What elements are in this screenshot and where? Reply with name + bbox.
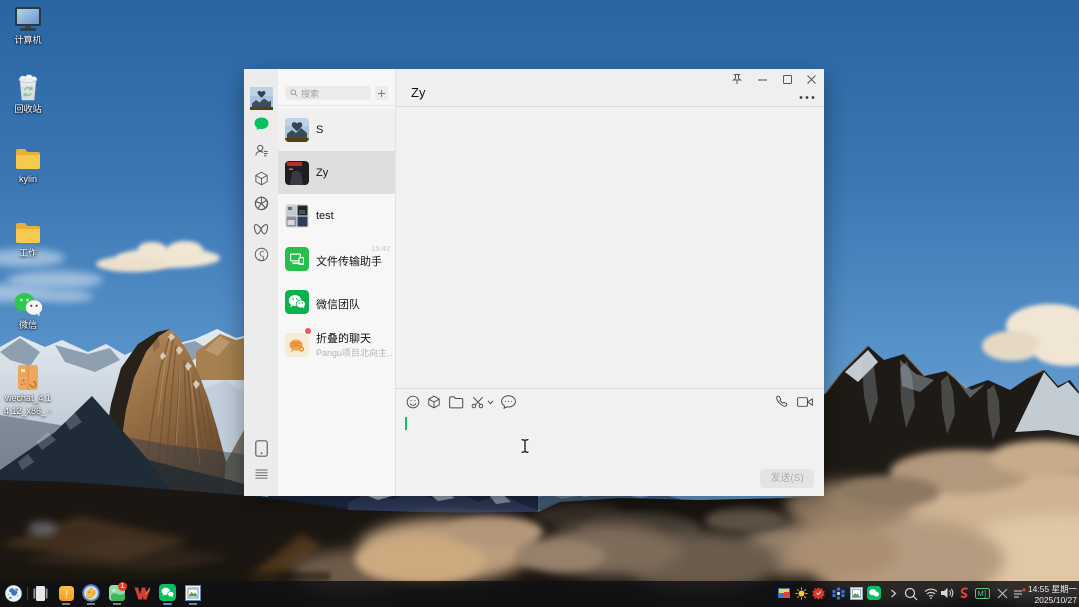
svg-text:]: ]: [984, 589, 986, 598]
svg-text:M: M: [978, 589, 984, 598]
